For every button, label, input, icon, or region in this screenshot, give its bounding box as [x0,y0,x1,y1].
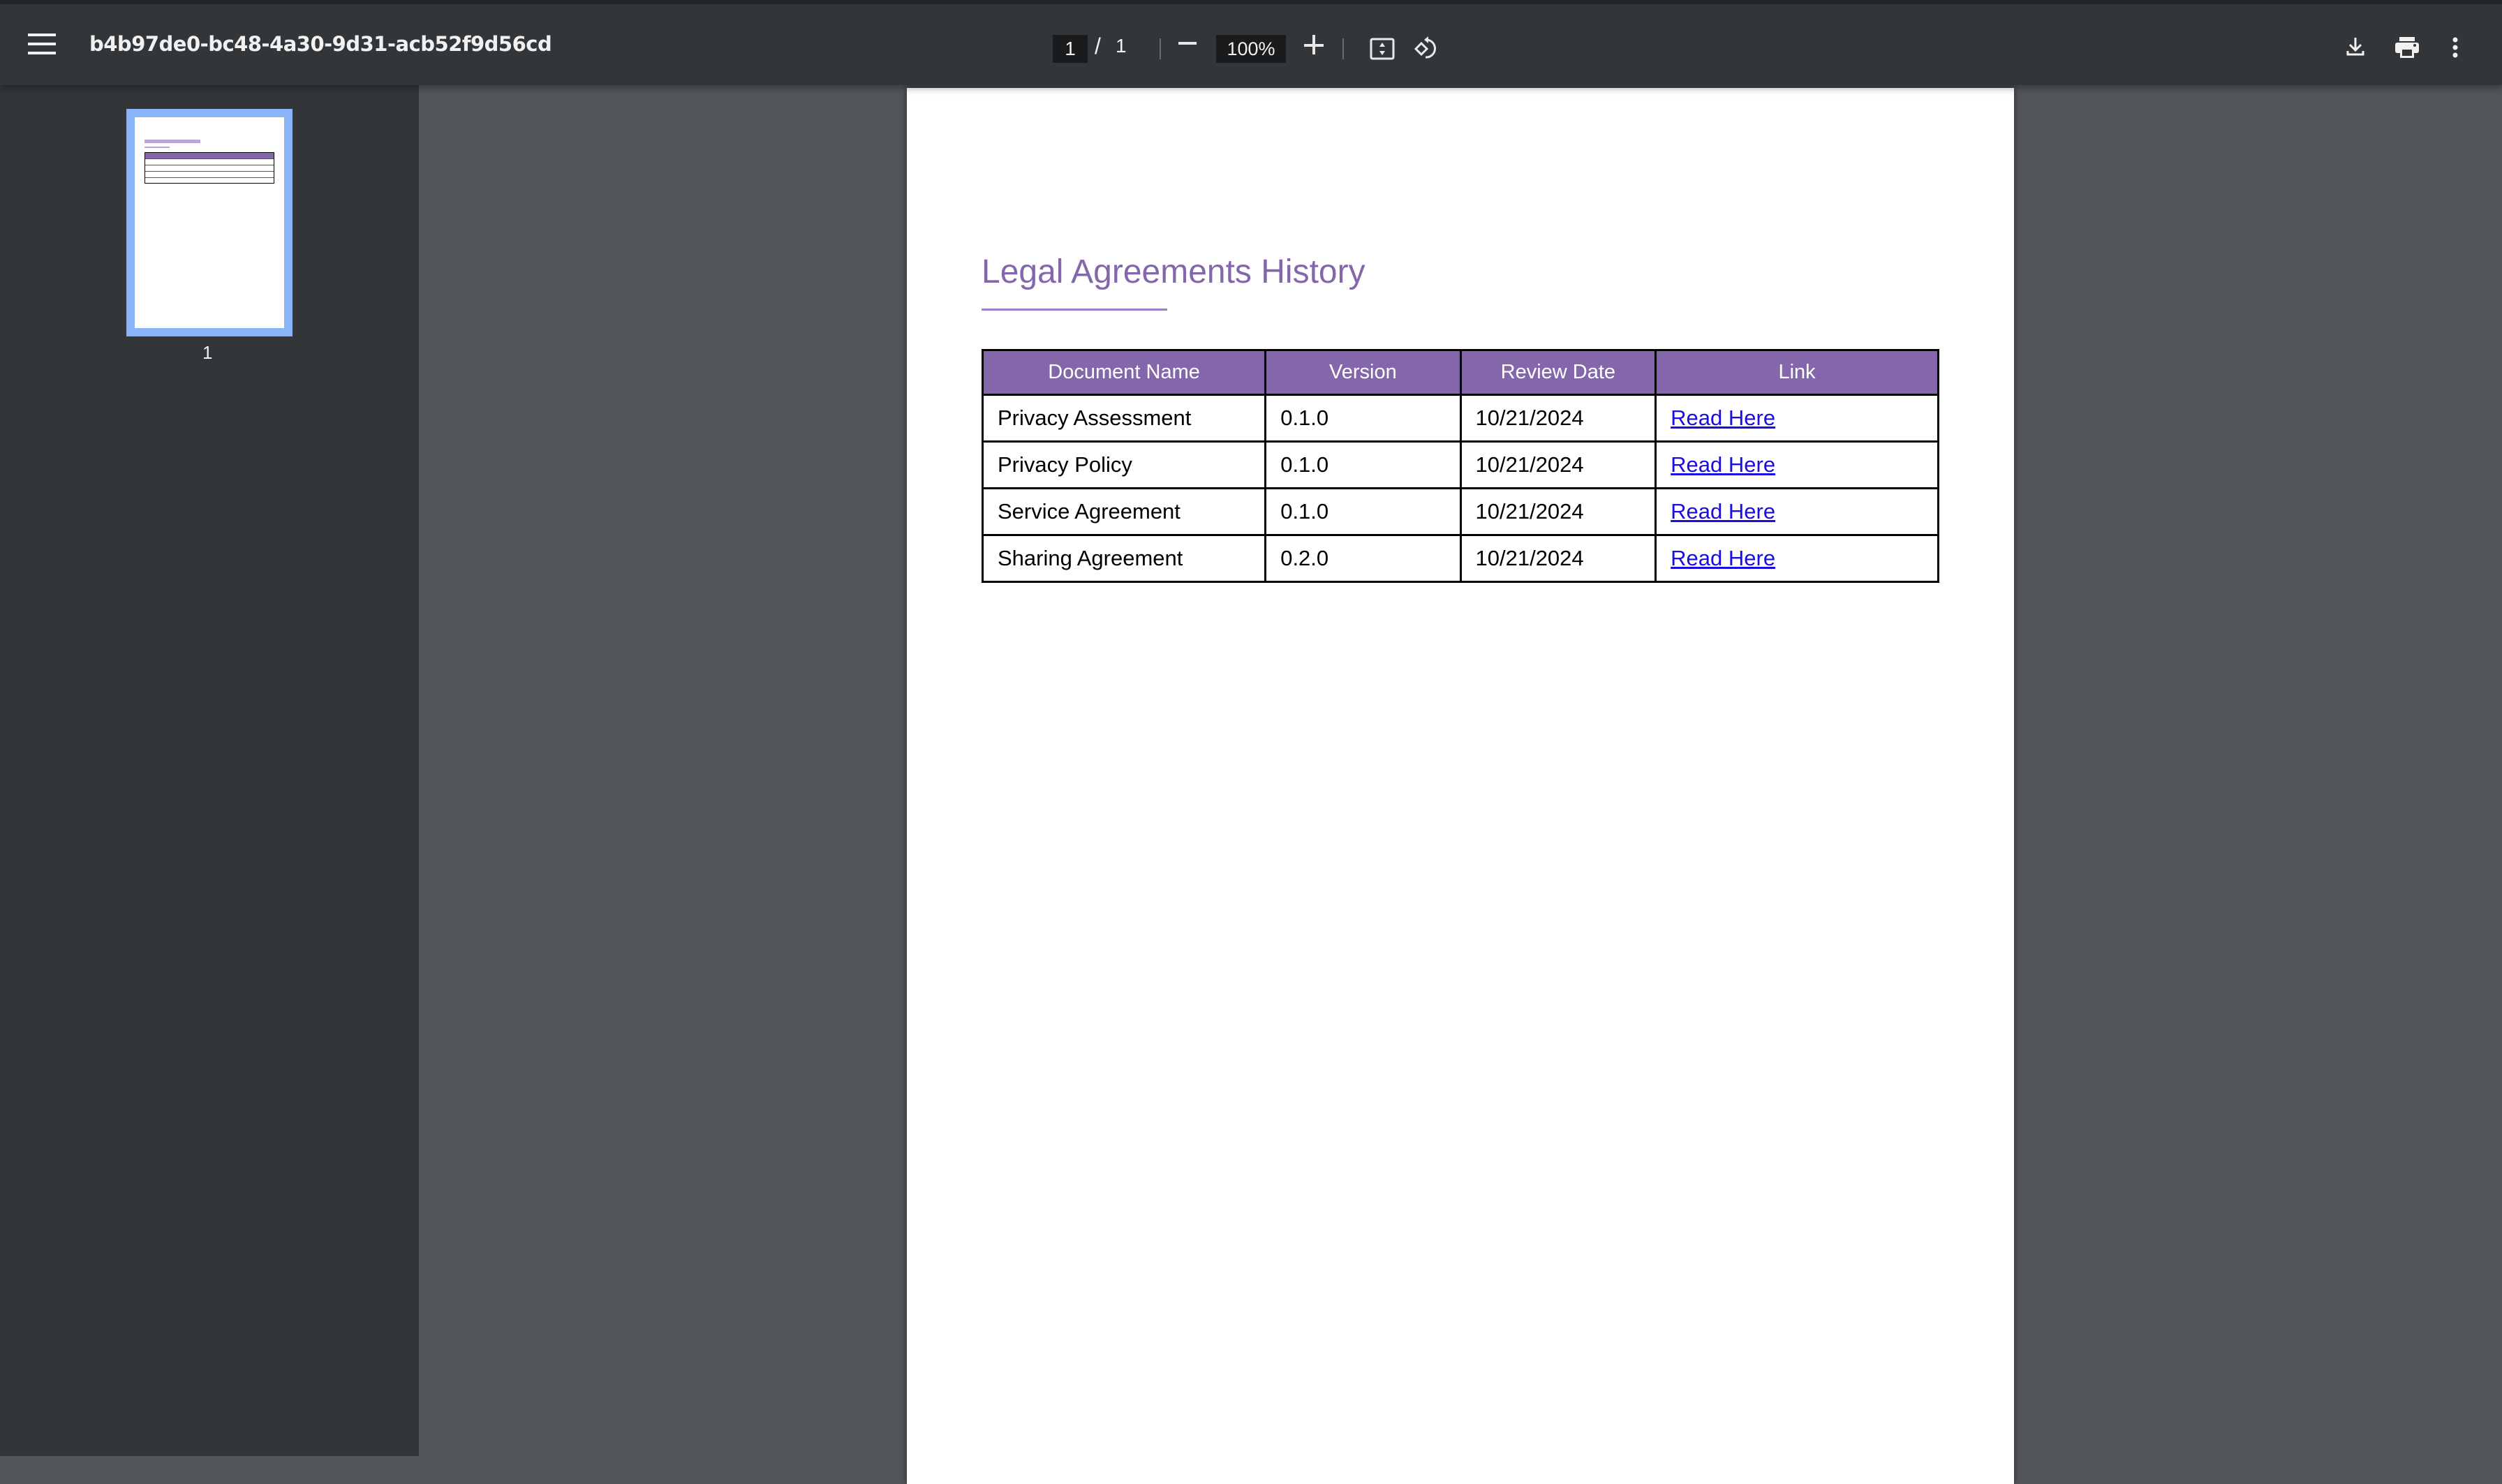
page-thumbnail[interactable] [126,109,293,336]
pdf-page: Legal Agreements History Document Name V… [907,88,2014,1484]
column-header-version: Version [1264,349,1462,396]
column-header-link: Link [1655,349,1939,396]
current-page-input[interactable]: 1 [1053,35,1088,63]
document-name-cell: Sharing Agreement [981,534,1267,583]
hamburger-menu-icon[interactable] [28,34,56,54]
read-here-link[interactable]: Read Here [1671,452,1775,477]
document-name-cell: Service Agreement [981,487,1267,536]
print-icon [2395,37,2419,58]
zoom-out-button[interactable] [1170,32,1205,63]
download-icon [2346,38,2364,56]
thumbnail-page-number: 1 [202,342,213,363]
rotate-button[interactable] [1413,35,1439,61]
table-row: Privacy Policy 0.1.0 10/21/2024 Read Her… [981,440,1939,489]
read-here-link[interactable]: Read Here [1671,499,1775,524]
review-date-cell: 10/21/2024 [1459,440,1657,489]
table-row: Privacy Assessment 0.1.0 10/21/2024 Read… [981,394,1939,443]
rotate-counterclockwise-icon [1414,36,1436,59]
zoom-in-button[interactable] [1304,35,1325,56]
read-here-link[interactable]: Read Here [1671,546,1775,570]
agreements-table: Document Name Version Review Date Link P… [981,349,1939,583]
table-header-row: Document Name Version Review Date Link [981,349,1939,396]
column-header-review-date: Review Date [1459,349,1657,396]
more-vertical-icon [2452,37,2458,58]
document-heading: Legal Agreements History [982,253,1365,290]
page-separator: / [1095,34,1101,59]
total-pages: 1 [1116,35,1127,57]
read-here-link[interactable]: Read Here [1671,406,1775,430]
table-row: Service Agreement 0.1.0 10/21/2024 Read … [981,487,1939,536]
version-cell: 0.1.0 [1264,487,1462,536]
minus-icon [1178,42,1197,45]
review-date-cell: 10/21/2024 [1459,394,1657,443]
version-cell: 0.1.0 [1264,394,1462,443]
download-button[interactable] [2346,36,2365,57]
thumbnail-sidebar: 1 [0,85,419,1456]
column-header-document-name: Document Name [981,349,1267,396]
heading-underline [982,309,1167,311]
link-cell: Read Here [1655,487,1939,536]
link-cell: Read Here [1655,534,1939,583]
document-title: b4b97de0-bc48-4a30-9d31-acb52f9d56cd [89,32,552,56]
print-button[interactable] [2394,36,2420,59]
toolbar-divider [1342,38,1344,59]
table-row: Sharing Agreement 0.2.0 10/21/2024 Read … [981,534,1939,583]
fit-to-page-icon [1370,38,1395,60]
toolbar-divider [1160,38,1161,59]
version-cell: 0.2.0 [1264,534,1462,583]
document-viewer[interactable]: Legal Agreements History Document Name V… [419,85,2502,1484]
link-cell: Read Here [1655,440,1939,489]
zoom-level-input[interactable]: 100% [1216,35,1286,63]
fit-to-page-button[interactable] [1370,38,1395,60]
version-cell: 0.1.0 [1264,440,1462,489]
link-cell: Read Here [1655,394,1939,443]
review-date-cell: 10/21/2024 [1459,534,1657,583]
document-name-cell: Privacy Policy [981,440,1267,489]
document-name-cell: Privacy Assessment [981,394,1267,443]
review-date-cell: 10/21/2024 [1459,487,1657,536]
pdf-toolbar: b4b97de0-bc48-4a30-9d31-acb52f9d56cd 1 /… [0,0,2502,85]
thumbnail-preview [135,117,284,328]
more-actions-button[interactable] [2452,36,2459,59]
